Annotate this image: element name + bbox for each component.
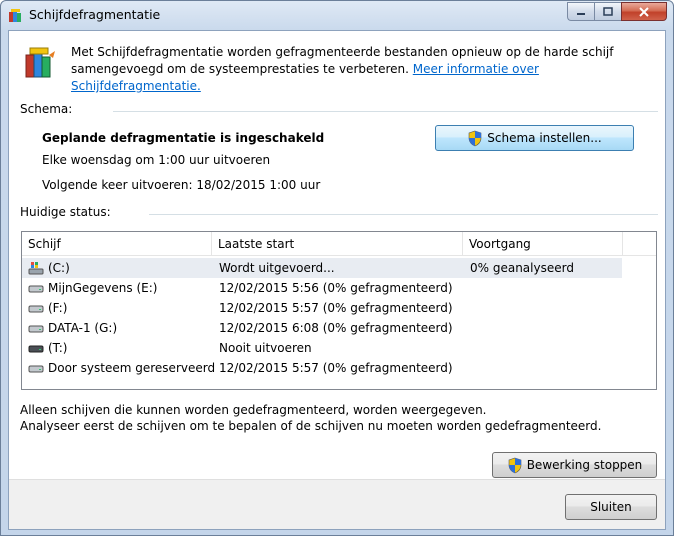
title-bar[interactable]: Schijfdefragmentatie [1,1,673,29]
disk-progress: 0% geanalyseerd [470,261,574,275]
disk-name: DATA-1 (G:) [48,321,118,335]
defrag-large-icon [25,47,55,78]
stop-operation-button[interactable]: Bewerking stoppen [492,452,657,478]
schedule-frequency: Elke woensdag om 1:00 uur uitvoeren [42,153,271,167]
disk-name: (C:) [48,261,70,275]
disk-row[interactable]: MijnGegevens (E:) 12/02/2015 5:56 (0% ge… [22,278,622,298]
defrag-app-icon [9,9,21,22]
close-icon [639,6,649,17]
disk-last-run: 12/02/2015 6:08 (0% gefragmenteerd) [219,321,453,335]
status-divider [149,214,658,215]
caption-buttons [567,2,667,21]
disk-list-header: Schijf Laatste start Voortgang [22,232,656,256]
column-header-disk[interactable]: Schijf [22,232,212,256]
disk-name: Door systeem gereserveerd [48,361,216,375]
schedule-next-run: Volgende keer uitvoeren: 18/02/2015 1:00… [42,178,321,192]
note-line-2: Analyseer eerst de schijven om te bepale… [20,419,602,433]
stop-operation-label: Bewerking stoppen [526,458,643,472]
hard-drive-icon [28,305,44,313]
disk-last-run: 12/02/2015 5:56 (0% gefragmenteerd) [219,281,453,295]
disk-name: (F:) [48,301,68,315]
disk-row[interactable]: (C:) Wordt uitgevoerd... 0% geanalyseerd [22,258,622,278]
client-area: Met Schijfdefragmentatie worden gefragme… [8,30,666,530]
schedule-status: Geplande defragmentatie is ingeschakeld [42,131,325,145]
dialog-footer: Sluiten [9,479,665,529]
disk-last-run: Wordt uitgevoerd... [219,261,335,275]
disk-row[interactable]: DATA-1 (G:) 12/02/2015 6:08 (0% gefragme… [22,318,622,338]
disk-row[interactable]: Door systeem gereserveerd 12/02/2015 5:5… [22,358,622,378]
configure-schedule-button[interactable]: Schema instellen... [435,125,634,151]
disk-name: (T:) [48,341,68,355]
system-drive-icon [28,262,44,275]
disk-last-run: Nooit uitvoeren [219,341,312,355]
disk-name: MijnGegevens (E:) [48,281,158,295]
column-header-progress[interactable]: Voortgang [463,232,623,256]
window-frame: Schijfdefragmentatie Met Schijfdefragmen… [0,0,674,536]
intro-description: Met Schijfdefragmentatie worden gefragme… [71,44,661,95]
column-header-last-run[interactable]: Laatste start [212,232,463,256]
removable-drive-icon [28,345,44,353]
hard-drive-icon [28,325,44,333]
schedule-divider [113,111,658,112]
uac-shield-icon [508,457,522,473]
note-line-1: Alleen schijven die kunnen worden gedefr… [20,403,487,417]
disk-last-run: 12/02/2015 5:57 (0% gefragmenteerd) [219,361,453,375]
window-title: Schijfdefragmentatie [29,7,161,22]
hard-drive-icon [28,365,44,373]
disk-row[interactable]: (F:) 12/02/2015 5:57 (0% gefragmenteerd) [22,298,622,318]
status-group-label: Huidige status: [20,205,111,219]
uac-shield-icon [468,130,482,146]
disk-row[interactable]: (T:) Nooit uitvoeren [22,338,622,358]
minimize-button[interactable] [567,2,594,21]
schedule-group-label: Schema: [20,102,73,116]
maximize-icon [603,7,613,16]
close-window-button[interactable] [621,2,667,21]
disk-list[interactable]: Schijf Laatste start Voortgang (C:) Word… [21,231,657,390]
close-button[interactable]: Sluiten [565,494,657,520]
disk-last-run: 12/02/2015 5:57 (0% gefragmenteerd) [219,301,453,315]
configure-schedule-label: Schema instellen... [487,131,602,145]
minimize-icon [577,12,585,15]
maximize-button[interactable] [594,2,621,21]
hard-drive-icon [28,285,44,293]
